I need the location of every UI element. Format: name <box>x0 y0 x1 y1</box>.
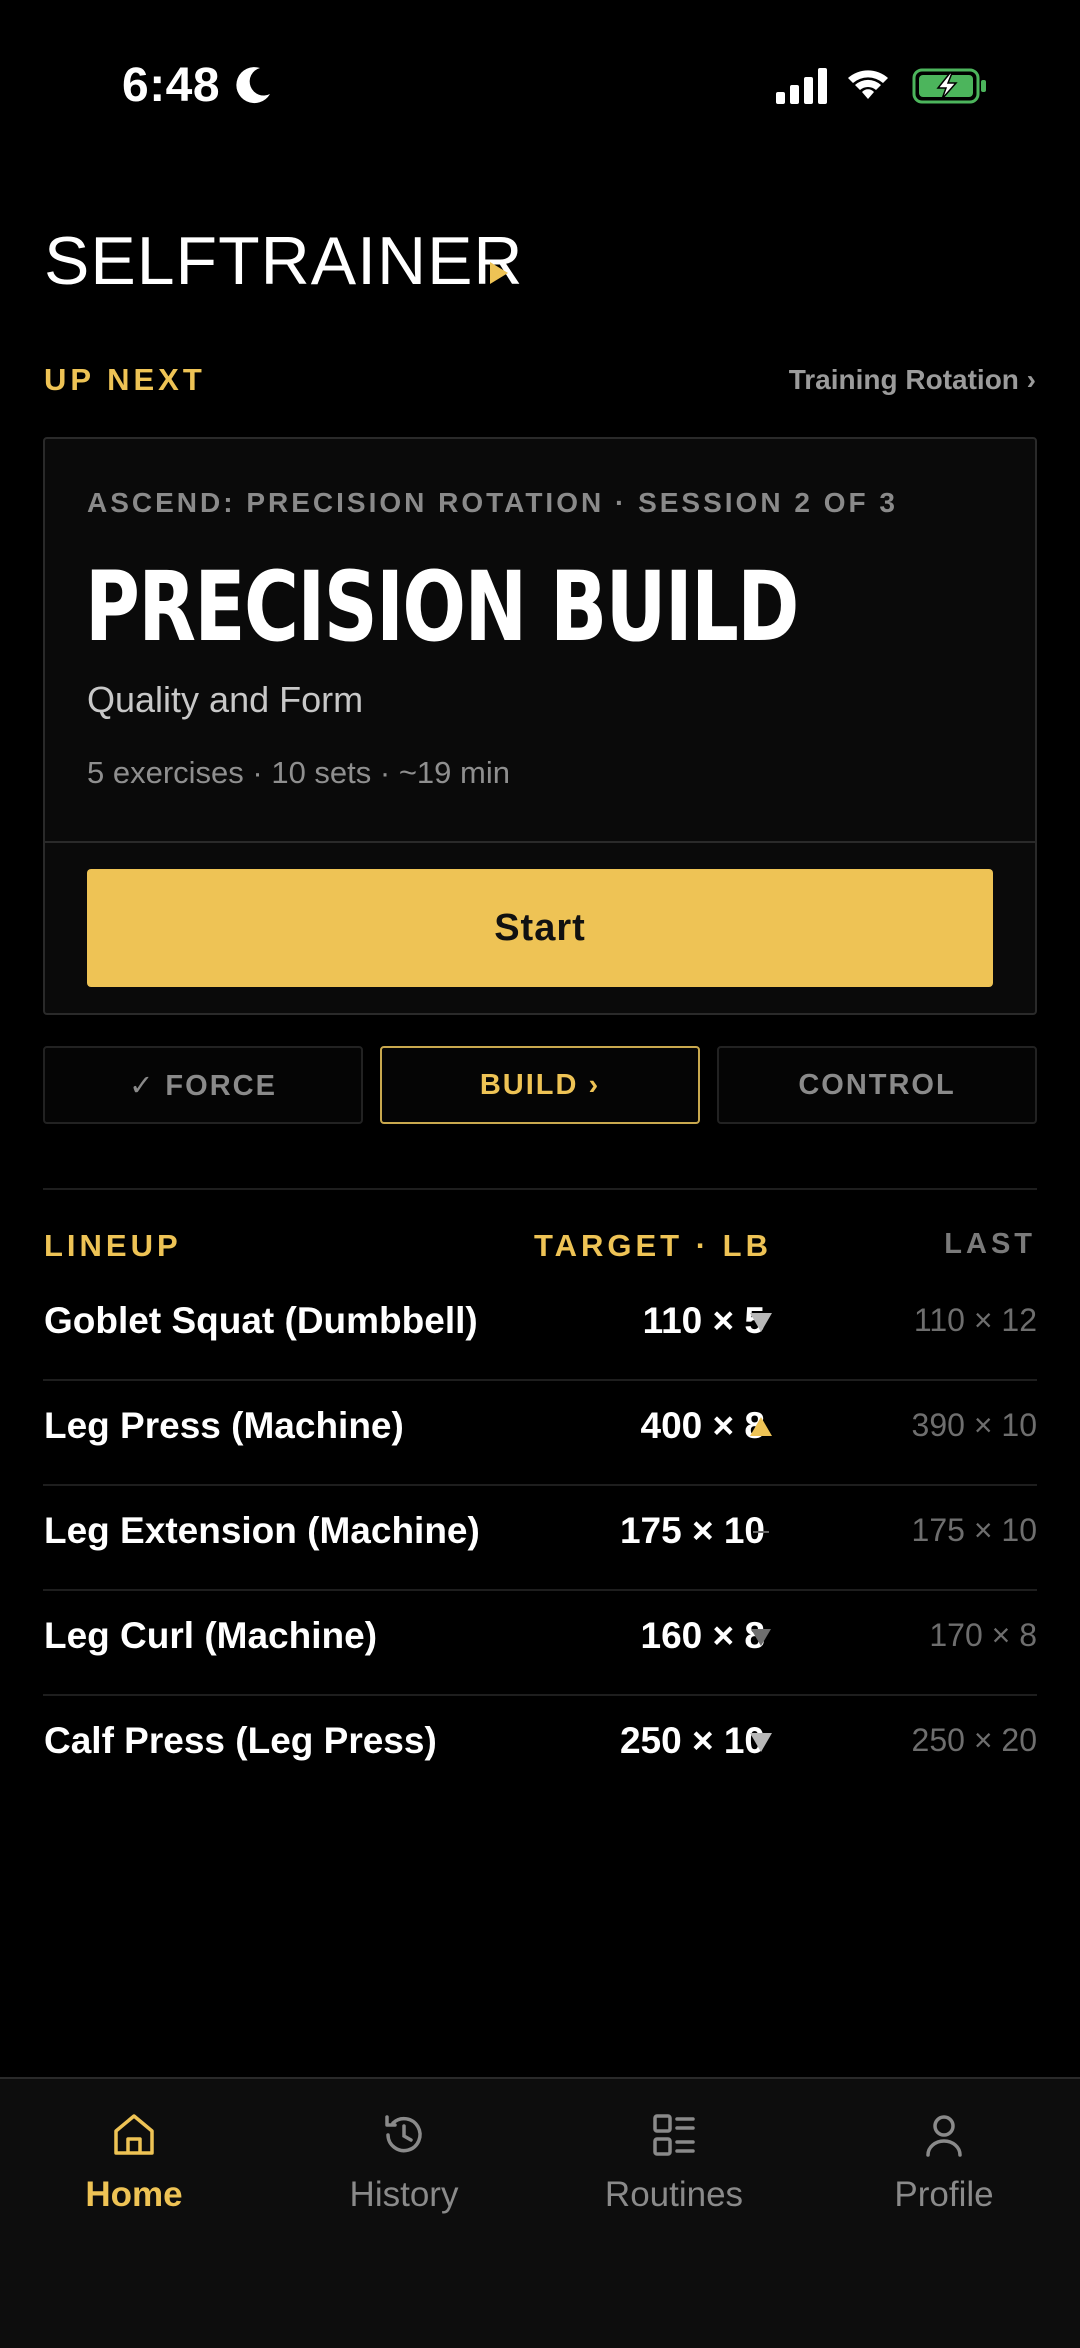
nav-profile[interactable]: Profile <box>844 2109 1044 2249</box>
exercise-last: 110 × 12 <box>913 1302 1037 1338</box>
exercise-last: 175 × 10 <box>911 1512 1037 1548</box>
nav-home-label: Home <box>85 2175 183 2214</box>
exercise-last: 250 × 20 <box>911 1722 1037 1758</box>
nav-routines[interactable]: Routines <box>574 2109 774 2249</box>
caret-right-icon <box>490 262 508 284</box>
training-rotation-link[interactable]: Training Rotation › <box>789 364 1036 396</box>
target-header: TARGET · LB <box>533 1228 772 1263</box>
battery-charging-icon <box>912 68 986 104</box>
start-button[interactable]: Start <box>87 869 993 987</box>
exercise-row[interactable]: Goblet Squat (Dumbbell) 110 × 5 110 × 12 <box>43 1276 1037 1381</box>
nav-routines-label: Routines <box>604 2175 744 2214</box>
tab-build[interactable]: BUILD › <box>380 1046 700 1124</box>
routines-icon <box>653 2114 695 2156</box>
app-title[interactable]: SELFTRAINER <box>44 222 524 300</box>
history-icon <box>385 2115 422 2153</box>
section-divider <box>43 1188 1037 1190</box>
home-icon <box>114 2114 154 2155</box>
trend-down-icon <box>743 1722 779 1762</box>
session-subtitle: Quality and Form <box>87 679 364 720</box>
exercise-last: 170 × 8 <box>929 1617 1037 1653</box>
trend-down-icon <box>743 1617 779 1657</box>
exercise-last: 390 × 10 <box>911 1407 1037 1443</box>
trend-same-icon <box>743 1512 779 1552</box>
status-time: 6:48 <box>122 59 221 112</box>
session-card: ASCEND: PRECISION ROTATION · SESSION 2 O… <box>43 437 1037 1015</box>
moon-icon <box>236 67 270 104</box>
signal-icon <box>776 68 827 104</box>
trend-down-icon <box>743 1302 779 1342</box>
tab-control[interactable]: CONTROL <box>717 1046 1037 1124</box>
last-header: LAST <box>944 1228 1036 1260</box>
session-stats: 5 exercises · 10 sets · ~19 min <box>87 755 510 790</box>
exercise-row[interactable]: Calf Press (Leg Press) 250 × 10 250 × 20 <box>43 1696 1037 1801</box>
up-next-label: UP NEXT <box>44 362 206 397</box>
lineup-label: LINEUP <box>44 1228 182 1263</box>
wifi-icon <box>848 70 888 99</box>
exercise-name: Calf Press (Leg Press) <box>44 1720 437 1761</box>
status-bar: 6:48 <box>0 0 1080 170</box>
exercise-row[interactable]: Leg Press (Machine) 400 × 8 390 × 10 <box>43 1381 1037 1486</box>
card-divider <box>45 841 1035 843</box>
nav-history-label: History <box>349 2175 459 2214</box>
exercise-name: Leg Curl (Machine) <box>44 1615 378 1656</box>
exercise-row[interactable]: Leg Curl (Machine) 160 × 8 170 × 8 <box>43 1591 1037 1696</box>
exercise-row[interactable]: Leg Extension (Machine) 175 × 10 175 × 1… <box>43 1486 1037 1591</box>
exercise-name: Leg Press (Machine) <box>44 1405 404 1446</box>
nav-home[interactable]: Home <box>34 2109 234 2249</box>
tab-force[interactable]: ✓ FORCE <box>43 1046 363 1124</box>
nav-history[interactable]: History <box>304 2109 504 2249</box>
profile-icon <box>926 2115 962 2157</box>
exercise-name: Leg Extension (Machine) <box>44 1510 480 1551</box>
exercise-name: Goblet Squat (Dumbbell) <box>44 1300 478 1341</box>
home-screen: 6:48 SELFTRAINER UP NEXT Training Rotati… <box>0 0 1080 2348</box>
bottom-nav: Home History Routines Profile <box>0 2077 1080 2348</box>
session-title: PRECISION BUILD <box>85 551 799 663</box>
session-meta: ASCEND: PRECISION ROTATION · SESSION 2 O… <box>87 487 898 518</box>
nav-profile-label: Profile <box>894 2175 994 2214</box>
trend-up-icon <box>743 1407 779 1447</box>
